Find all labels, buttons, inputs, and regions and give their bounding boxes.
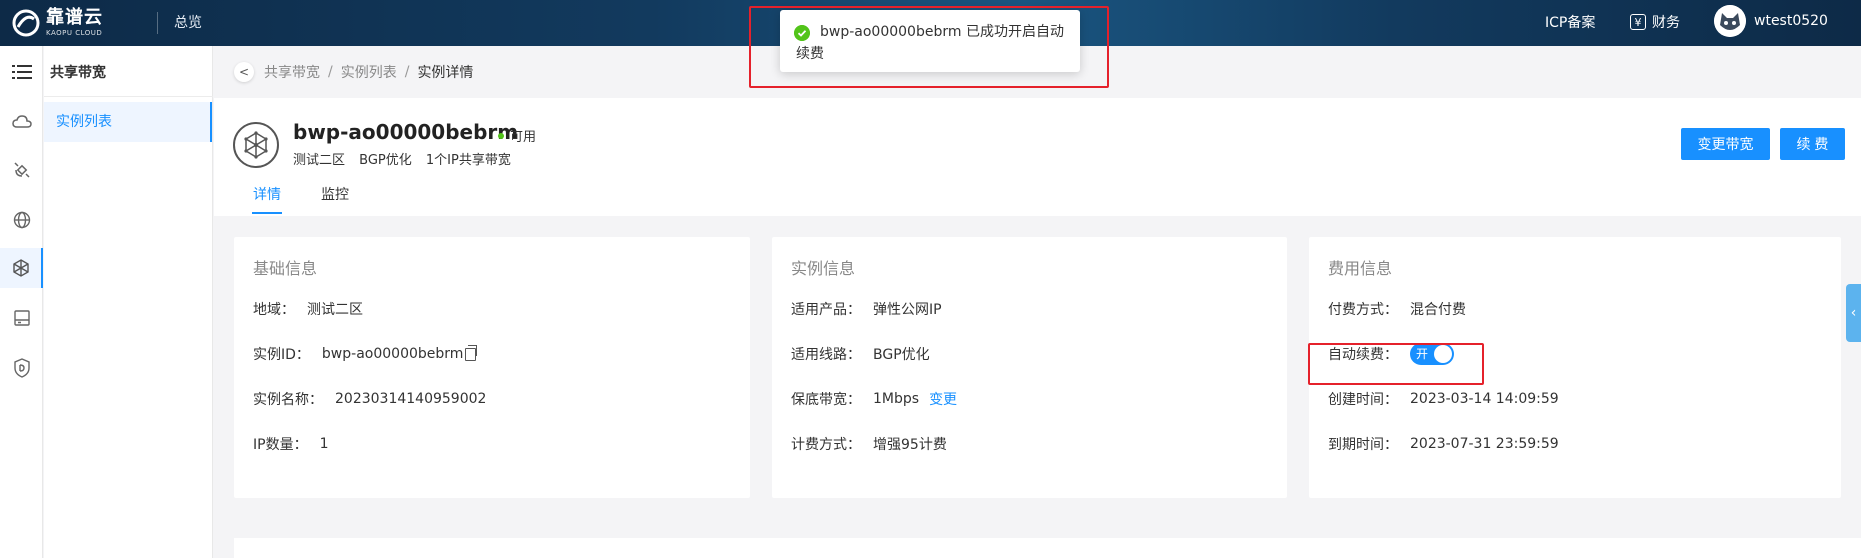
basic-info-card: 基础信息 地域： 测试二区 实例ID： bwp-ao00000bebrm 实例名… [234,237,750,498]
field-label: 到期时间： [1328,437,1398,453]
field-label: 计费方式： [791,437,861,453]
field-value: 1 [319,436,329,452]
field-value: 弹性公网IP [873,302,942,318]
back-button[interactable]: < [234,62,254,82]
field-label: 适用产品： [791,302,861,318]
avatar [1714,5,1746,37]
instance-info-card: 实例信息 适用产品： 弹性公网IP 适用线路： BGP优化 保底带宽： 1Mbp… [772,237,1287,498]
field-label: 地域： [253,302,295,318]
billing-row: 计费方式： 增强95计费 [791,434,947,454]
cloud-icon[interactable] [0,102,43,142]
divider [44,96,213,97]
card-title: 实例信息 [791,259,856,278]
highlight-box [749,6,1109,88]
field-label: 实例ID： [253,347,310,363]
tab-monitor[interactable]: 监控 [321,184,349,204]
instance-region: 测试二区 [293,153,346,168]
side-panel-toggle[interactable]: ‹ [1846,284,1861,342]
finance-link[interactable]: ¥ 财务 [1630,12,1680,32]
breadcrumb-item[interactable]: 共享带宽 [264,62,320,82]
card-title: 费用信息 [1328,259,1393,278]
overview-link[interactable]: 总览 [174,12,202,32]
field-value: 20230314140959002 [335,391,487,407]
icp-link[interactable]: ICP备案 [1545,12,1595,32]
status-dot [498,132,504,139]
field-value: 增强95计费 [873,437,947,453]
ip-count-row: IP数量： 1 [253,434,329,454]
field-value: 2023-07-31 23:59:59 [1410,436,1559,452]
satellite-icon[interactable] [0,150,43,190]
instance-desc: 1个IP共享带宽 [425,153,511,168]
field-value: BGP优化 [873,347,930,363]
payment-row: 付费方式： 混合付费 [1328,299,1466,319]
menu-icon[interactable] [0,52,43,92]
created-row: 创建时间： 2023-03-14 14:09:59 [1328,389,1559,409]
field-value: bwp-ao00000bebrm [321,346,464,362]
subnav-title: 共享带宽 [50,65,106,81]
breadcrumb-current: 实例详情 [417,65,474,81]
finance-label: 财务 [1652,15,1680,31]
highlight-box [1308,343,1484,385]
breadcrumb-separator: / [328,64,333,80]
instance-id-row: 实例ID： bwp-ao00000bebrm [253,344,478,364]
field-label: 适用线路： [791,347,861,363]
shield-icon[interactable] [0,348,43,388]
sub-sidebar: 共享带宽 实例列表 [44,46,213,558]
divider [157,12,158,34]
instance-network-icon [233,122,279,168]
change-bandwidth-button[interactable]: 变更带宽 [1681,128,1770,160]
breadcrumb: < 共享带宽 / 实例列表 / 实例详情 [234,62,473,82]
logo-text: 靠谱云 [46,7,103,28]
instance-meta: 测试二区 BGP优化 1个IP共享带宽 [293,149,521,168]
field-value: 1Mbps [873,391,920,407]
status-badge: 可用 [498,126,536,145]
field-label: 付费方式： [1328,302,1398,318]
sidebar-item-instance-list[interactable]: 实例列表 [44,102,212,142]
bottom-card [234,538,1861,558]
field-value: 测试二区 [307,302,363,318]
icon-sidebar [0,46,43,558]
product-row: 适用产品： 弹性公网IP [791,299,942,319]
user-menu[interactable]: wtest0520 [1714,5,1828,37]
copy-icon[interactable] [465,344,478,361]
status-text: 可用 [510,130,537,145]
storage-icon[interactable] [0,298,43,338]
breadcrumb-item[interactable]: 实例列表 [341,62,397,82]
breadcrumb-separator: / [404,64,410,80]
tab-active-indicator [252,212,282,214]
bandwidth-row: 保底带宽： 1Mbps 变更 [791,389,957,409]
card-title: 基础信息 [253,259,318,278]
logo-subtext: KAOPU CLOUD [46,29,103,37]
network-hub-icon[interactable] [0,248,43,288]
instance-name-row: 实例名称： 20230314140959002 [253,389,486,409]
change-bandwidth-link[interactable]: 变更 [929,389,957,409]
globe-icon[interactable] [0,200,43,240]
instance-line: BGP优化 [359,153,412,168]
yen-icon: ¥ [1630,14,1646,30]
field-label: 实例名称： [253,392,323,408]
username: wtest0520 [1754,13,1828,29]
tab-detail[interactable]: 详情 [253,184,281,204]
field-label: 创建时间： [1328,392,1398,408]
field-value: 2023-03-14 14:09:59 [1410,391,1559,407]
field-value: 混合付费 [1410,302,1466,318]
logo-icon [12,9,40,37]
cat-avatar-icon [1714,5,1746,37]
logo[interactable]: 靠谱云 KAOPU CLOUD [12,7,132,39]
renew-button[interactable]: 续 费 [1780,128,1845,160]
instance-name: bwp-ao00000bebrm [293,120,519,144]
field-label: IP数量： [253,437,308,453]
expire-row: 到期时间： 2023-07-31 23:59:59 [1328,434,1559,454]
instance-header: bwp-ao00000bebrm 可用 测试二区 BGP优化 1个IP共享带宽 … [214,98,1861,216]
line-row: 适用线路： BGP优化 [791,344,930,364]
field-label: 保底带宽： [791,392,861,408]
region-row: 地域： 测试二区 [253,299,363,319]
